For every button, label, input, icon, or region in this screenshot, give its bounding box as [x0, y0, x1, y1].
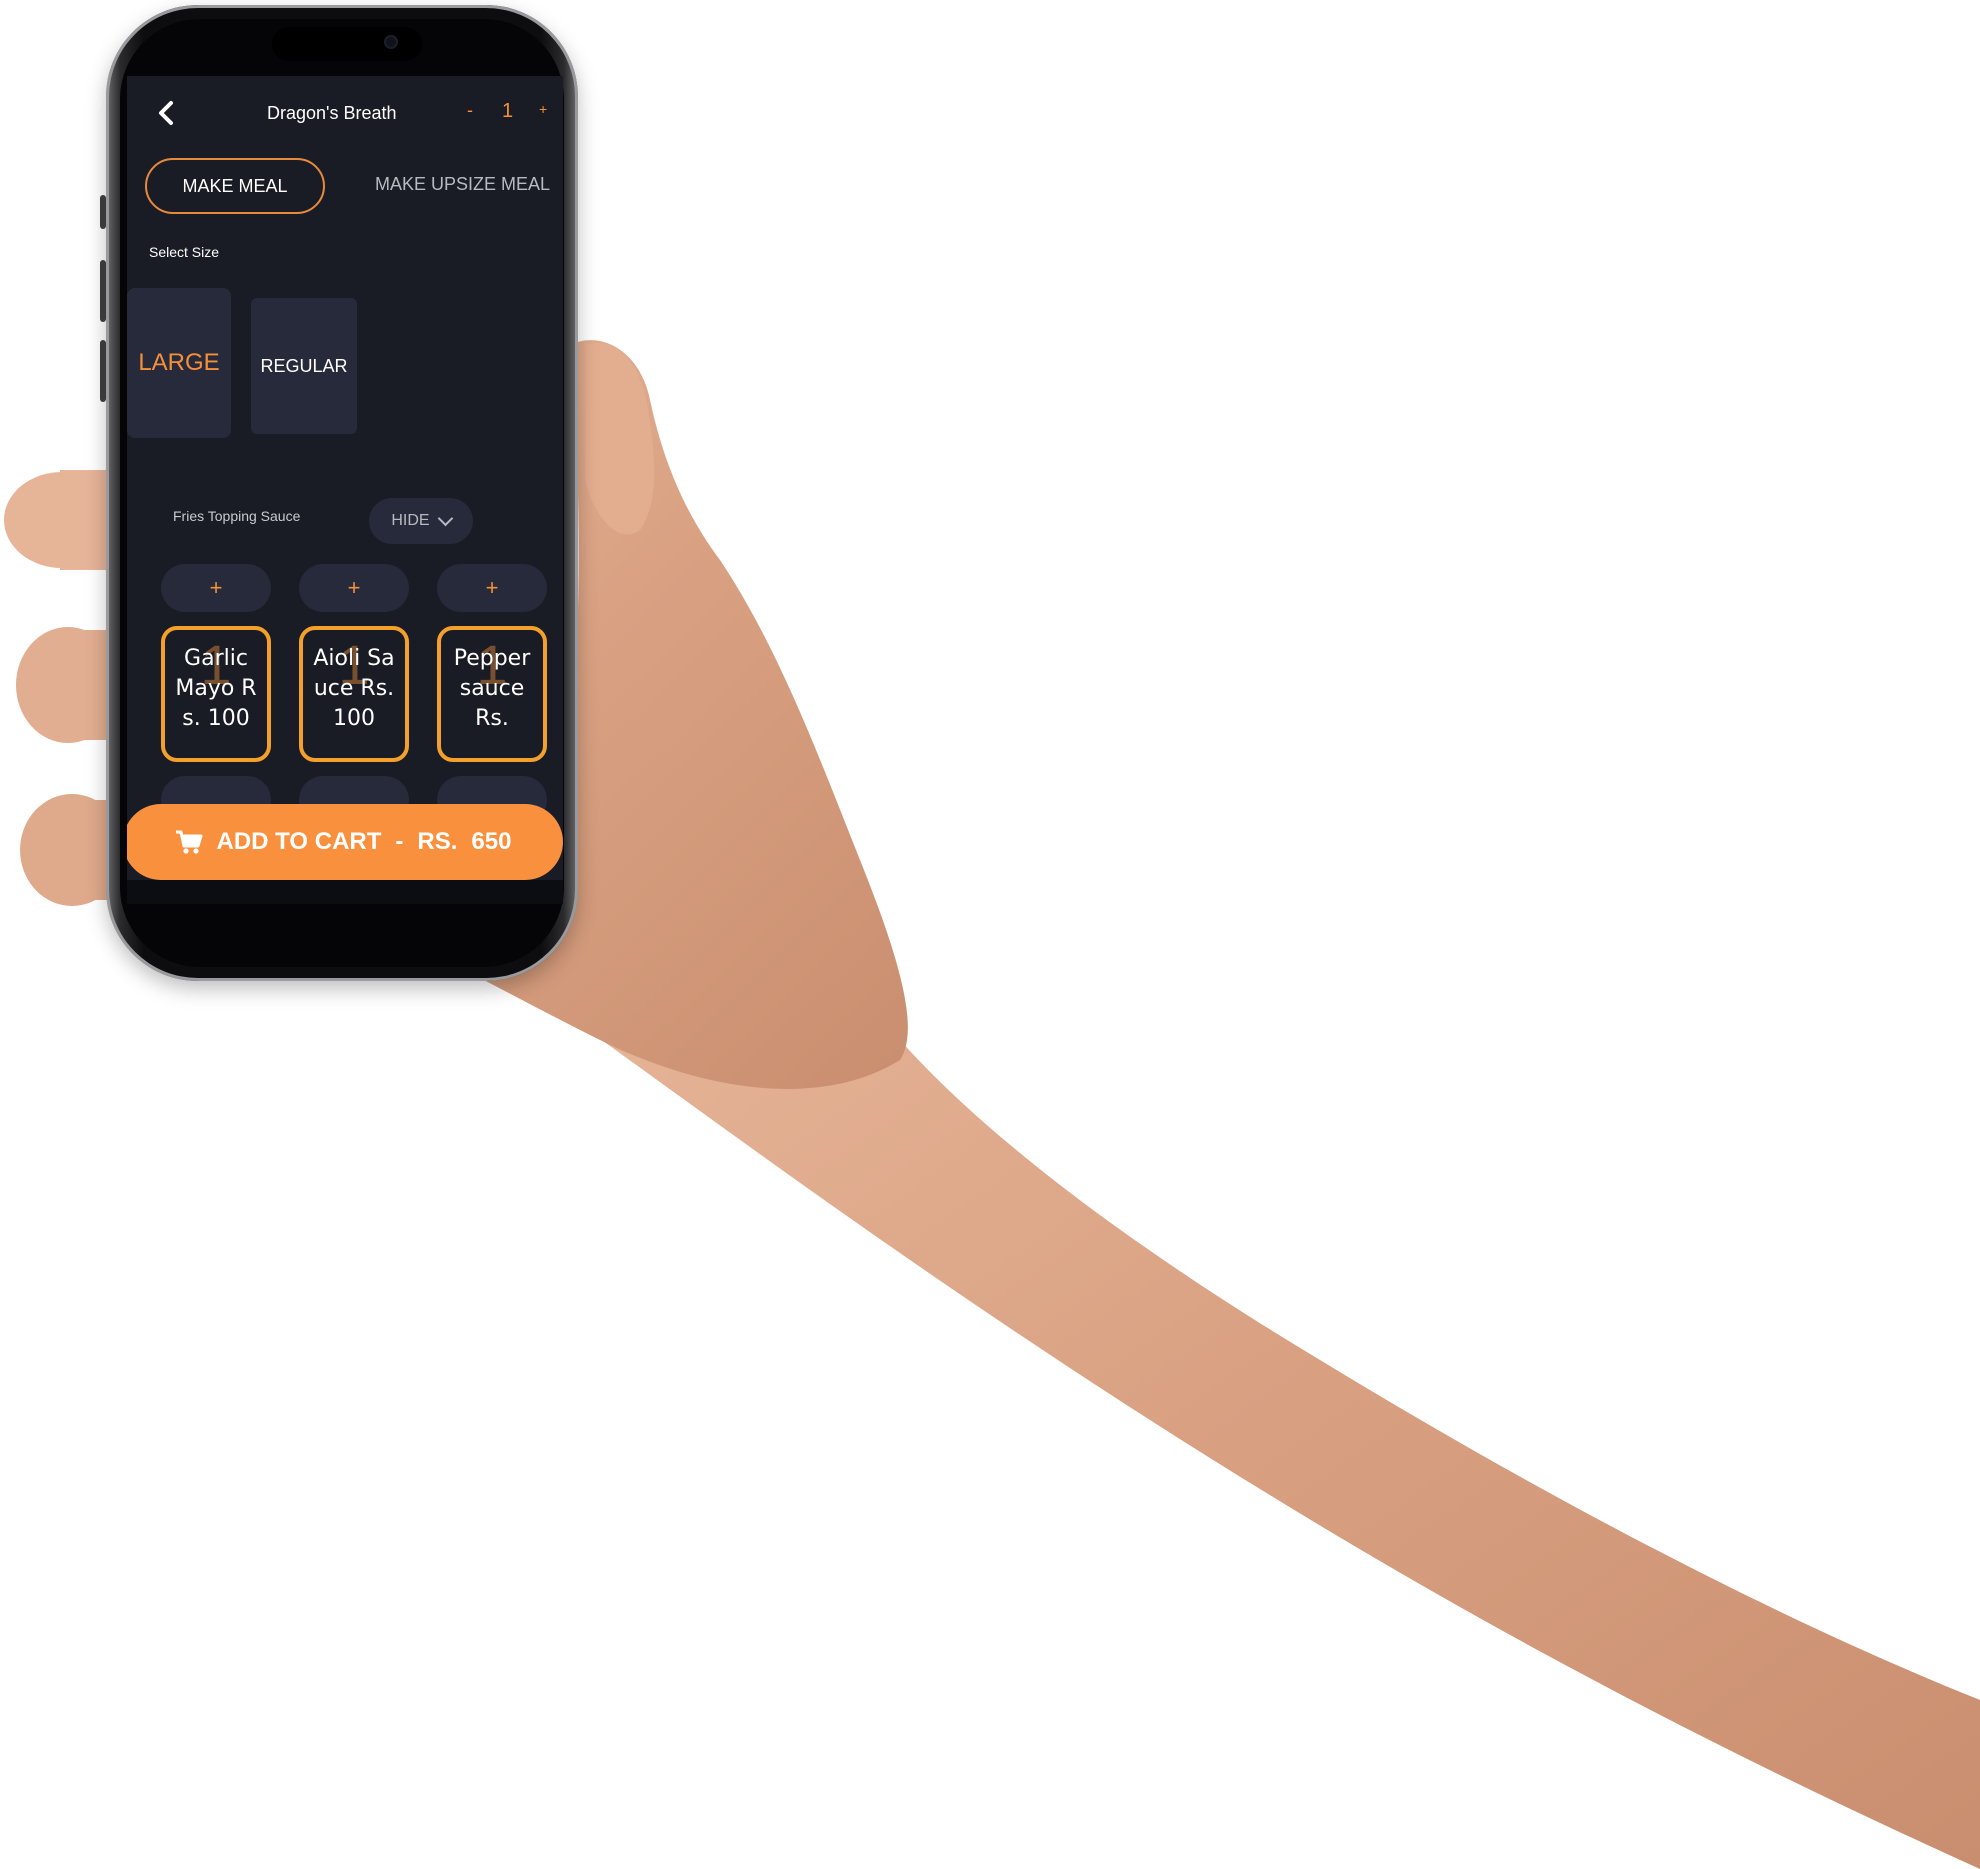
fries-topping-sauce-label: Fries Topping Sauce	[173, 508, 301, 524]
cart-separator: -	[395, 828, 404, 855]
chevron-left-icon	[159, 101, 173, 125]
hide-toggle-label: HIDE	[391, 512, 430, 529]
sauce-add-button-garlic-mayo[interactable]: +	[161, 564, 271, 612]
page-title: Dragon's Breath	[267, 103, 397, 123]
sauce-card-pepper[interactable]: 1 Pepper sauce Rs.	[437, 626, 547, 762]
chevron-down-icon	[437, 510, 453, 527]
sauce-name: Garlic Mayo Rs. 100	[175, 646, 257, 731]
tab-make-upsize-meal[interactable]: MAKE UPSIZE MEAL	[375, 174, 550, 195]
quantity-value: 1	[502, 100, 514, 122]
sauce-add-button-aioli[interactable]: +	[299, 564, 409, 612]
size-option-large[interactable]: LARGE	[127, 288, 231, 438]
sauce-card-aioli[interactable]: 1 Aioli Sauce Rs. 100	[299, 626, 409, 762]
add-to-cart-label: ADD TO CART	[216, 828, 382, 855]
volume-up-button	[100, 260, 106, 322]
app-screen: Dragon's Breath - 1 + MAKE MEAL MAKE UPS…	[127, 76, 563, 904]
camera-icon	[384, 35, 398, 49]
sauce-name: Aioli Sauce Rs. 100	[313, 646, 395, 731]
size-option-regular[interactable]: REGULAR	[251, 298, 357, 434]
side-button	[100, 195, 106, 229]
phone-notch	[272, 27, 422, 61]
cart-icon	[175, 830, 203, 854]
add-to-cart-button[interactable]: ADD TO CART - RS. 650	[127, 804, 563, 880]
screen-bottom-bar	[127, 880, 563, 904]
volume-down-button	[100, 340, 106, 402]
cart-price-value: 650	[471, 828, 512, 855]
hide-toggle-button[interactable]: HIDE	[369, 498, 473, 544]
back-button[interactable]	[155, 98, 185, 128]
select-size-label: Select Size	[149, 244, 220, 260]
quantity-increase-button[interactable]: +	[539, 101, 547, 117]
sauce-name: Pepper sauce Rs.	[453, 646, 531, 731]
quantity-decrease-button[interactable]: -	[467, 100, 473, 121]
sauce-card-garlic-mayo[interactable]: 1 Garlic Mayo Rs. 100	[161, 626, 271, 762]
tab-make-meal[interactable]: MAKE MEAL	[145, 158, 325, 214]
cart-price-label: RS.	[417, 828, 458, 855]
sauce-add-button-pepper[interactable]: +	[437, 564, 547, 612]
